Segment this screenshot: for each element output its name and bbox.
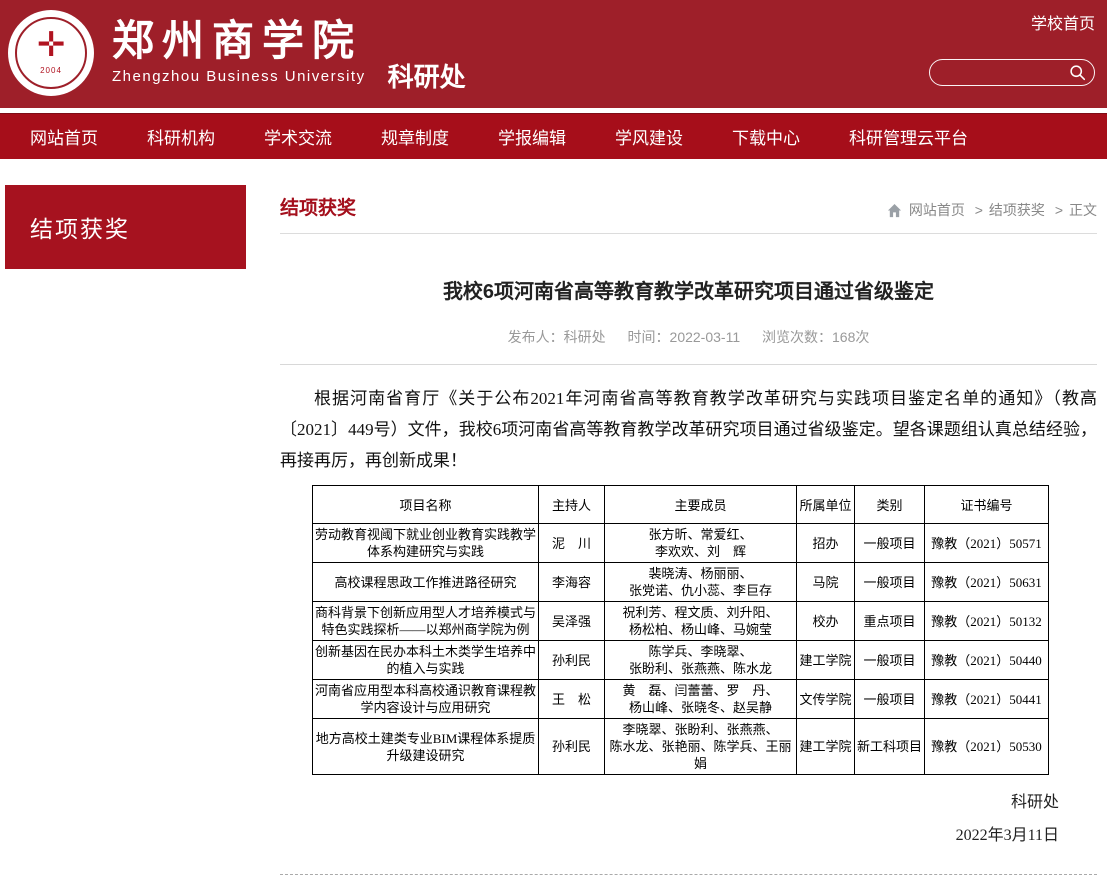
table-header-cell: 所属单位	[797, 486, 855, 524]
cell-category: 一般项目	[855, 641, 925, 680]
cell-host: 王 松	[539, 680, 605, 719]
cell-unit: 校办	[797, 602, 855, 641]
cell-members: 张方昕、常爱红、 李欢欢、刘 辉	[605, 524, 797, 563]
cell-certificate: 豫教（2021）50530	[925, 719, 1049, 775]
cell-members: 黄 磊、闫蕾蕾、罗 丹、 杨山峰、张晓冬、赵吴静	[605, 680, 797, 719]
cell-host: 泥 川	[539, 524, 605, 563]
cell-unit: 建工学院	[797, 641, 855, 680]
breadcrumb-link[interactable]: 正文	[1069, 202, 1097, 218]
cell-category: 一般项目	[855, 524, 925, 563]
cell-category: 新工科项目	[855, 719, 925, 775]
university-name-cn: 郑州商学院	[112, 18, 366, 64]
cell-certificate: 豫教（2021）50571	[925, 524, 1049, 563]
article-publisher: 发布人：科研处	[508, 329, 606, 345]
cell-project-name: 高校课程思政工作推进路径研究	[313, 563, 539, 602]
nav-item[interactable]: 学术交流	[264, 124, 332, 149]
cell-certificate: 豫教（2021）50441	[925, 680, 1049, 719]
cell-members: 裴晓涛、杨丽丽、 张党诺、仇小蕊、李巨存	[605, 563, 797, 602]
table-header-cell: 主持人	[539, 486, 605, 524]
cell-category: 重点项目	[855, 602, 925, 641]
article-views: 浏览次数：168次	[762, 329, 869, 345]
cell-members: 李晓翠、张盼利、张燕燕、 陈水龙、张艳丽、陈学兵、王丽娟	[605, 719, 797, 775]
meta-divider	[280, 364, 1097, 365]
nav-item[interactable]: 学报编辑	[498, 124, 566, 149]
cell-host: 孙利民	[539, 641, 605, 680]
cell-project-name: 商科背景下创新应用型人才培养模式与 特色实践探析——以郑州商学院为例	[313, 602, 539, 641]
breadcrumb-separator: >	[1055, 202, 1063, 218]
breadcrumb-link[interactable]: 结项获奖	[989, 202, 1045, 218]
nav-item[interactable]: 规章制度	[381, 124, 449, 149]
breadcrumb-separator: >	[975, 202, 983, 218]
cell-members: 祝利芳、程文质、刘升阳、 杨松柏、杨山峰、马婉莹	[605, 602, 797, 641]
cell-unit: 马院	[797, 563, 855, 602]
projects-table: 项目名称 主持人 主要成员 所属单位 类别 证书编号	[312, 485, 1049, 775]
cell-members: 陈学兵、李晓翠、 张盼利、张燕燕、陈水龙	[605, 641, 797, 680]
cell-certificate: 豫教（2021）50132	[925, 602, 1049, 641]
table-row: 商科背景下创新应用型人才培养模式与 特色实践探析——以郑州商学院为例 吴泽强 祝…	[313, 602, 1049, 641]
brand-text: 郑州商学院 Zhengzhou Business University	[112, 10, 366, 85]
breadcrumb-items: 网站首页 > 结项获奖 > 正文	[909, 200, 1097, 220]
cell-certificate: 豫教（2021）50440	[925, 641, 1049, 680]
table-row: 地方高校土建类专业BIM课程体系提质 升级建设研究 孙利民 李晓翠、张盼利、张燕…	[313, 719, 1049, 775]
university-logo-icon: ✛ 2004	[8, 10, 94, 96]
content: 结项获奖 结项获奖 网站首页 > 结项获奖 > 正文	[0, 159, 1107, 875]
nav-item[interactable]: 学风建设	[615, 124, 683, 149]
search-box[interactable]	[929, 59, 1095, 86]
article-paragraph: 根据河南省育厅《关于公布2021年河南省高等教育教学改革研究与实践项目鉴定名单的…	[280, 383, 1097, 476]
cell-unit: 文传学院	[797, 680, 855, 719]
cell-host: 吴泽强	[539, 602, 605, 641]
department-name: 科研处	[388, 57, 466, 96]
nav-item[interactable]: 网站首页	[30, 124, 98, 149]
cell-project-name: 劳动教育视阈下就业创业教育实践教学 体系构建研究与实践	[313, 524, 539, 563]
breadcrumb: 网站首页 > 结项获奖 > 正文	[887, 200, 1097, 220]
cell-certificate: 豫教（2021）50631	[925, 563, 1049, 602]
nav-item[interactable]: 科研机构	[147, 124, 215, 149]
logo-emblem-icon: ✛	[8, 26, 94, 64]
article-meta: 发布人：科研处 时间：2022-03-11 浏览次数：168次	[280, 327, 1097, 347]
cell-category: 一般项目	[855, 563, 925, 602]
cell-project-name: 河南省应用型本科高校通识教育课程教 学内容设计与应用研究	[313, 680, 539, 719]
article: 我校6项河南省高等教育教学改革研究项目通过省级鉴定 发布人：科研处 时间：202…	[280, 275, 1097, 875]
school-home-link[interactable]: 学校首页	[1031, 10, 1095, 34]
university-name-en: Zhengzhou Business University	[112, 68, 366, 85]
cell-host: 李海容	[539, 563, 605, 602]
signature-date: 2022年3月11日	[280, 821, 1097, 845]
signature: 科研处	[280, 788, 1097, 812]
section-title: 结项获奖	[280, 193, 356, 220]
table-row: 劳动教育视阈下就业创业教育实践教学 体系构建研究与实践 泥 川 张方昕、常爱红、…	[313, 524, 1049, 563]
search-icon[interactable]	[1069, 64, 1086, 81]
table-row: 高校课程思政工作推进路径研究 李海容 裴晓涛、杨丽丽、 张党诺、仇小蕊、李巨存 …	[313, 563, 1049, 602]
article-time: 时间：2022-03-11	[628, 329, 741, 345]
article-title: 我校6项河南省高等教育教学改革研究项目通过省级鉴定	[280, 275, 1097, 304]
main-nav: 网站首页 科研机构 学术交流 规章制度 学报编辑 学风建设 下载中心 科研管理云…	[0, 113, 1107, 159]
sidebar: 结项获奖	[5, 185, 246, 269]
table-header-cell: 项目名称	[313, 486, 539, 524]
breadcrumb-link[interactable]: 网站首页	[909, 202, 965, 218]
section-head: 结项获奖 网站首页 > 结项获奖 > 正文	[280, 185, 1097, 234]
home-icon[interactable]	[887, 203, 902, 218]
table-header-cell: 类别	[855, 486, 925, 524]
sidebar-item-completion-awards[interactable]: 结项获奖	[5, 185, 246, 269]
logo-year: 2004	[8, 66, 94, 75]
cell-project-name: 创新基因在民办本科土木类学生培养中 的植入与实践	[313, 641, 539, 680]
table-row: 创新基因在民办本科土木类学生培养中 的植入与实践 孙利民 陈学兵、李晓翠、 张盼…	[313, 641, 1049, 680]
site-header: 学校首页 ✛ 2004 郑州商学院 Zhengzhou Business Uni…	[0, 0, 1107, 108]
table-header-row: 项目名称 主持人 主要成员 所属单位 类别 证书编号	[313, 486, 1049, 524]
cell-project-name: 地方高校土建类专业BIM课程体系提质 升级建设研究	[313, 719, 539, 775]
cell-unit: 建工学院	[797, 719, 855, 775]
search-input[interactable]	[942, 65, 1069, 80]
cell-host: 孙利民	[539, 719, 605, 775]
nav-item[interactable]: 科研管理云平台	[849, 124, 968, 149]
main-panel: 结项获奖 网站首页 > 结项获奖 > 正文 我校6项河南省高等教育教学改革研究项目通…	[280, 185, 1097, 875]
table-header-cell: 证书编号	[925, 486, 1049, 524]
cell-unit: 招办	[797, 524, 855, 563]
nav-item[interactable]: 下载中心	[732, 124, 800, 149]
table-row: 河南省应用型本科高校通识教育课程教 学内容设计与应用研究 王 松 黄 磊、闫蕾蕾…	[313, 680, 1049, 719]
table-header-cell: 主要成员	[605, 486, 797, 524]
cell-category: 一般项目	[855, 680, 925, 719]
